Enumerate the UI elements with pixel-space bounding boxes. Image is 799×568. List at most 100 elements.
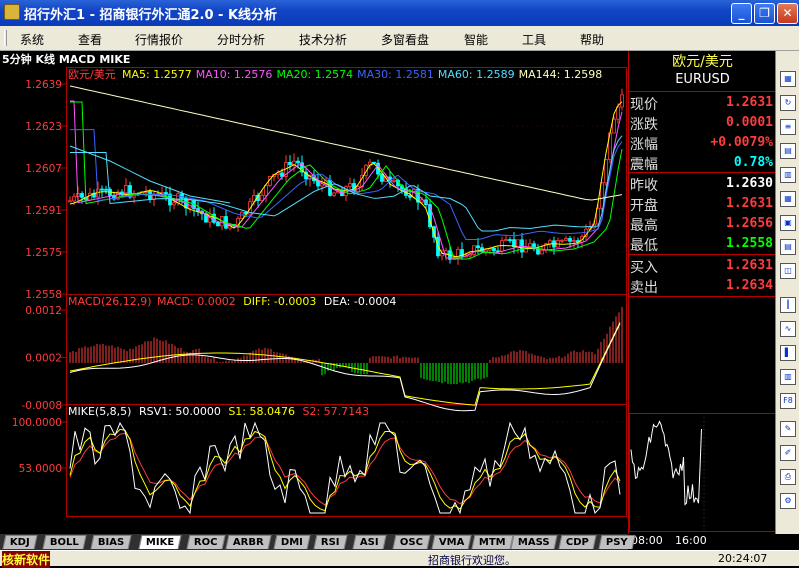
tab-arbr[interactable]: ARBR: [225, 535, 272, 549]
kline-chart[interactable]: 5分钟 K线 MACD MIKE 欧元/美元 MA5: 1.2577 MA10: …: [0, 51, 628, 534]
candle-body: [288, 162, 292, 166]
window-title: 招行外汇1 - 招商银行外汇通2.0 - K线分析: [24, 8, 278, 23]
macd-lines: [69, 322, 621, 412]
toolbar-timeshare-icon[interactable]: ∿: [780, 321, 796, 337]
toolbar-f8-icon[interactable]: F8: [780, 393, 796, 409]
toolbar-refresh-icon[interactable]: ↻: [780, 95, 796, 111]
tab-vma[interactable]: VMA: [431, 535, 472, 549]
minimize-button[interactable]: _: [731, 3, 752, 24]
menu-view[interactable]: 查看: [78, 31, 102, 48]
candle-body: [536, 248, 540, 255]
macd-axis-label: -0.0008: [21, 400, 62, 412]
tab-label: RSI: [320, 537, 340, 548]
toolbar-print-icon[interactable]: ⎙: [780, 469, 796, 485]
tab-bias[interactable]: BIAS: [90, 535, 132, 549]
menu-system[interactable]: 系统: [20, 31, 44, 48]
quote-row-label: 涨幅: [630, 137, 658, 153]
toolbar-list-icon[interactable]: ≡: [780, 119, 796, 135]
menu-technical[interactable]: 技术分析: [299, 31, 347, 48]
toolbar-window-icon[interactable]: ▣: [780, 215, 796, 231]
ma-line-ma144: [69, 85, 623, 201]
toolbar-split-icon[interactable]: ◫: [780, 263, 796, 279]
menu-timeshare[interactable]: 分时分析: [217, 31, 265, 48]
status-bar: 核新软件 招商银行欢迎您。 20:24:07: [0, 550, 799, 568]
toolbar-grid-icon[interactable]: ▦: [780, 191, 796, 207]
menu-tools[interactable]: 工具: [522, 31, 546, 48]
candle-body: [408, 195, 412, 198]
mike-panel-frame: [66, 404, 627, 517]
close-button[interactable]: ✕: [777, 3, 798, 24]
toolbar-edit-icon[interactable]: ✎: [780, 421, 796, 437]
quote-row-label: 卖出: [630, 280, 658, 296]
toolbar-table-icon[interactable]: ▤: [780, 143, 796, 159]
toolbar-bar-icon[interactable]: ▌: [780, 345, 796, 361]
candle-body: [172, 202, 176, 206]
side-toolbar: ▦ ↻ ≡ ▤ ▥ ▦ ▣ ▤ ◫ ┃ ∿ ▌ ▥ F8 ✎ ✐ ⎙ ⚙: [775, 51, 799, 534]
quote-row-label: 昨收: [630, 178, 658, 194]
tab-mtm[interactable]: MTM: [471, 535, 513, 549]
mike-legend: MIKE(5,8,5) RSV1: 50.0000 S1: 58.0476 S2…: [68, 405, 369, 418]
menu-smart[interactable]: 智能: [464, 31, 488, 48]
tab-label: CDP: [565, 537, 589, 548]
quote-row-value: 1.2631: [726, 258, 773, 273]
candle-body: [564, 238, 568, 241]
candle-body: [216, 221, 220, 227]
toolbar-tile-icon[interactable]: ▤: [780, 239, 796, 255]
quote-row-value: 1.2631: [726, 95, 773, 110]
quote-row: 涨跌 0.0001: [629, 113, 776, 134]
candle-body: [72, 196, 76, 202]
macd-axis-label: 0.0002: [25, 353, 62, 365]
tab-mass[interactable]: MASS: [510, 535, 558, 549]
indicator-tabs: KDJ BOLL BIAS MIKE ROC ARBR DMI RSI ASI OSC VMA MTM…: [0, 534, 635, 550]
toolbar-chart-icon[interactable]: ▥: [780, 167, 796, 183]
quote-panel: 欧元/美元 EURUSD 现价 1.2631 涨跌 0.0001 涨幅 +0.0079% 震…: [628, 51, 776, 547]
restore-button[interactable]: ❐: [754, 3, 775, 24]
menu-multiwindow[interactable]: 多窗看盘: [381, 31, 429, 48]
toolbar-stats-icon[interactable]: ▥: [780, 369, 796, 385]
tab-dmi[interactable]: DMI: [273, 535, 311, 549]
app-icon: [4, 4, 20, 20]
price-axis-label: 1.2607: [25, 163, 62, 175]
candle-body: [516, 239, 520, 248]
ma-legend-ma5: MA5: 1.2577: [122, 68, 192, 81]
tab-kdj[interactable]: KDJ: [2, 535, 38, 549]
toolbar-draw-icon[interactable]: ✐: [780, 445, 796, 461]
tab-rsi[interactable]: RSI: [313, 535, 347, 549]
tab-psy[interactable]: PSY: [598, 535, 635, 549]
chart-canvas[interactable]: 5分钟 K线 MACD MIKE 欧元/美元 MA5: 1.2577 MA10: …: [0, 51, 628, 534]
status-time: 20:24:07: [718, 552, 768, 565]
candle-body: [372, 161, 376, 164]
candle-body: [476, 245, 480, 249]
quote-symbol-cn: 欧元/美元: [672, 54, 733, 70]
menu-help[interactable]: 帮助: [580, 31, 604, 48]
menubar-grip: [4, 30, 7, 46]
tab-osc[interactable]: OSC: [392, 535, 431, 549]
quote-divider: [629, 172, 776, 173]
tab-label: MASS: [517, 537, 550, 548]
tab-asi[interactable]: ASI: [352, 535, 387, 549]
window-titlebar[interactable]: 招行外汇1 - 招商银行外汇通2.0 - K线分析 _ ❐ ✕: [0, 0, 799, 26]
candle-body: [548, 240, 552, 245]
mike-legend-s1: S1: 58.0476: [228, 405, 295, 418]
quote-row: 昨收 1.2630: [629, 174, 776, 195]
toolbar-settings-icon[interactable]: ⚙: [780, 493, 796, 509]
price-legend-symbol: 欧元/美元: [68, 68, 116, 81]
tab-roc[interactable]: ROC: [186, 535, 225, 549]
ma-legend-ma10: MA10: 1.2576: [196, 68, 273, 81]
macd-legend-dea: DEA: -0.0004: [324, 295, 396, 308]
quote-row: 涨幅 +0.0079%: [629, 133, 776, 154]
chart-header: 5分钟 K线 MACD MIKE: [2, 52, 130, 66]
intraday-minichart[interactable]: [629, 399, 776, 534]
toolbar-kline-icon[interactable]: ┃: [780, 297, 796, 313]
candle-body: [560, 239, 564, 242]
macd-legend: MACD(26,12,9) MACD: 0.0002 DIFF: -0.0003…: [68, 295, 396, 308]
candle-body: [188, 199, 192, 209]
tab-mike[interactable]: MIKE: [138, 535, 182, 549]
minichart-time-end: 16:00: [675, 534, 707, 547]
toolbar-quote-icon[interactable]: ▦: [780, 71, 796, 87]
tab-cdp[interactable]: CDP: [558, 535, 597, 549]
candle-body: [332, 192, 336, 196]
price-axis-label: 1.2575: [25, 247, 62, 259]
tab-boll[interactable]: BOLL: [42, 535, 86, 549]
menu-quotes[interactable]: 行情报价: [135, 31, 183, 48]
